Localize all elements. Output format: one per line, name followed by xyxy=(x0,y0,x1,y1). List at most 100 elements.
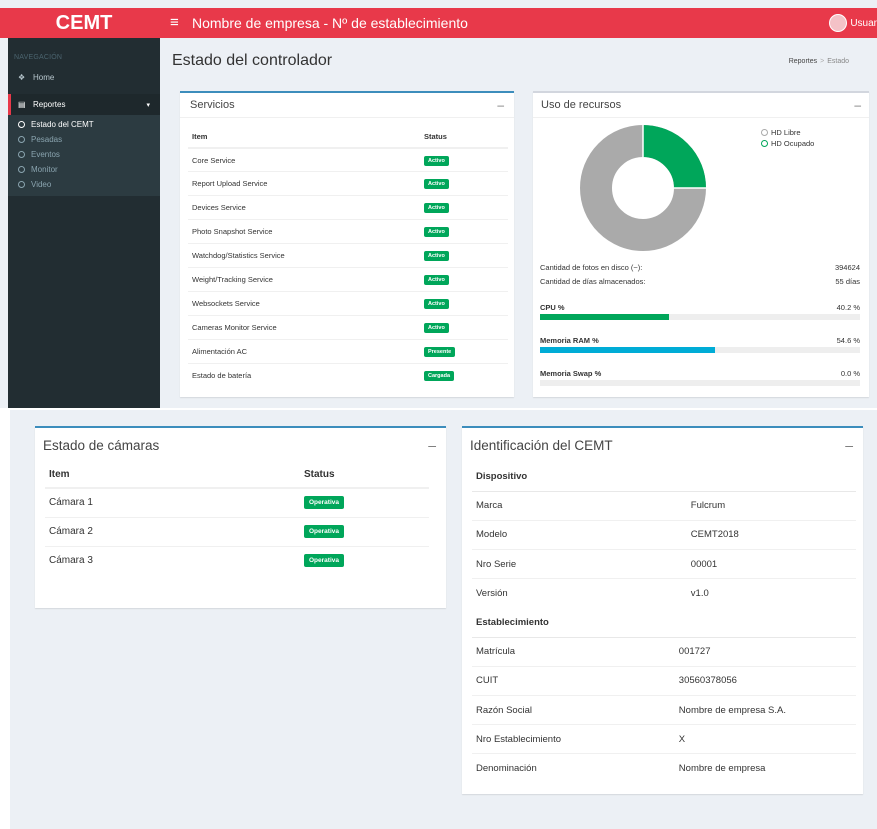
sidebar-subitem-pesadas[interactable]: Pesadas xyxy=(8,132,160,147)
field-value: 00001 xyxy=(596,549,856,579)
services-box-header: Servicios – xyxy=(180,93,514,118)
field-value: Nombre de empresa xyxy=(596,753,856,784)
status-cell: Presente xyxy=(420,338,508,364)
field-label: Marca xyxy=(472,490,597,521)
status-badge: Activo xyxy=(424,179,449,190)
table-row: Nro Establecimiento X xyxy=(472,724,856,754)
service-name: Photo Snapshot Service xyxy=(188,219,420,244)
service-name: Cameras Monitor Service xyxy=(188,314,420,340)
service-name: Devices Service xyxy=(188,195,420,220)
sidebar-subitem-estado[interactable]: Estado del CEMT xyxy=(8,117,160,132)
bar-chart-icon: ▤ xyxy=(18,100,26,109)
field-label: Nro Serie xyxy=(472,549,597,579)
stat-value: 55 días xyxy=(835,277,860,286)
user-avatar-icon xyxy=(829,14,848,32)
table-row: Razón Social Nombre de empresa S.A. xyxy=(472,694,856,725)
sidebar-header: NAVEGACIÓN xyxy=(14,54,63,61)
cameras-table: Item Status Cámara 1 Operativa Cámara 2 Ope… xyxy=(45,462,429,575)
cpu-meter-label: CPU % 40.2 % xyxy=(540,303,860,312)
table-row: Devices Service Activo xyxy=(188,195,508,220)
field-label: Nro Establecimiento xyxy=(472,724,597,754)
table-row: Nro Serie 00001 xyxy=(472,549,856,579)
status-cell: Activo xyxy=(420,219,508,244)
status-cell: Activo xyxy=(420,195,508,220)
table-row: Cámara 1 Operativa xyxy=(45,487,429,517)
resources-box-header: Uso de recursos – xyxy=(533,93,869,118)
field-label: Matrícula xyxy=(472,636,597,667)
table-row: Cameras Monitor Service Activo xyxy=(188,314,508,340)
status-cell: Activo xyxy=(420,147,508,172)
field-value: Nombre de empresa S.A. xyxy=(596,694,856,725)
table-row: Photo Snapshot Service Activo xyxy=(188,219,508,244)
service-name: Core Service xyxy=(188,147,420,172)
identification-box-header: Identificación del CEMT – xyxy=(462,428,863,462)
field-label: Denominación xyxy=(472,753,597,784)
camera-name: Cámara 3 xyxy=(45,545,300,575)
resources-box: Uso de recursos – HD Libre HD Ocupado Ca… xyxy=(533,91,869,397)
camera-name: Cámara 2 xyxy=(45,516,300,546)
sidebar-subitem-monitor[interactable]: Monitor xyxy=(8,162,160,177)
meter-label: CPU % xyxy=(540,303,565,312)
cpu-progress-bar xyxy=(540,314,860,320)
breadcrumb-current: Estado xyxy=(827,58,849,65)
field-value: Fulcrum xyxy=(596,490,856,521)
table-row: Weight/Tracking Service Activo xyxy=(188,266,508,292)
circle-icon xyxy=(18,136,25,143)
legend-circle-icon xyxy=(761,140,768,147)
collapse-button[interactable]: – xyxy=(845,437,853,453)
status-cell: Activo xyxy=(420,290,508,316)
legend-item[interactable]: HD Ocupado xyxy=(761,139,814,148)
status-badge: Activo xyxy=(424,251,449,261)
stat-label: Cantidad de fotos en disco (~): xyxy=(540,263,643,272)
service-name: Alimentación AC xyxy=(188,338,420,364)
progress-fill xyxy=(540,347,715,353)
collapse-button[interactable]: – xyxy=(428,437,436,453)
identification-title: Identificación del CEMT xyxy=(470,437,613,453)
status-badge: Activo xyxy=(424,227,449,238)
table-row: Denominación Nombre de empresa xyxy=(472,753,856,784)
table-row: Cámara 3 Operativa xyxy=(45,545,429,575)
column-header: Status xyxy=(420,124,508,149)
status-cell: Activo xyxy=(420,171,508,196)
reportes-submenu: Estado del CEMT Pesadas Eventos Monitor … xyxy=(8,115,160,196)
sidebar-subitem-video[interactable]: Video xyxy=(8,177,160,192)
section-header-row: Establecimiento xyxy=(472,607,856,638)
donut-legend: HD Libre HD Ocupado xyxy=(761,128,814,150)
breadcrumb-link[interactable]: Reportes xyxy=(789,58,817,65)
circle-icon xyxy=(18,181,25,188)
status-badge: Activo xyxy=(424,155,449,166)
meter-value: 54.6 % xyxy=(836,336,860,345)
legend-circle-icon xyxy=(761,129,768,136)
status-cell: Activo xyxy=(420,243,508,268)
cameras-title: Estado de cámaras xyxy=(43,437,160,453)
field-value: X xyxy=(596,724,856,754)
sidebar-subitem-label: Eventos xyxy=(31,150,60,159)
meter-label: Memoria RAM % xyxy=(540,336,599,345)
camera-name: Cámara 1 xyxy=(45,487,300,517)
legend-item[interactable]: HD Libre xyxy=(761,128,814,137)
table-row: Core Service Activo xyxy=(188,147,508,172)
menu-toggle-icon[interactable]: ≡ xyxy=(170,8,179,38)
collapse-button[interactable]: – xyxy=(497,98,504,112)
meter-label: Memoria Swap % xyxy=(540,369,602,378)
sidebar-subitem-eventos[interactable]: Eventos xyxy=(8,147,160,162)
section-header: Establecimiento xyxy=(472,607,856,638)
chevron-down-icon: ▾ xyxy=(146,101,150,109)
status-badge: Operativa xyxy=(304,496,344,510)
user-menu[interactable]: Usuar xyxy=(829,8,877,38)
status-badge: Activo xyxy=(424,322,449,333)
sidebar-item-home[interactable]: ❖ Home xyxy=(8,67,160,88)
ram-progress-bar xyxy=(540,347,860,353)
circle-icon xyxy=(18,166,25,173)
field-label: Versión xyxy=(472,578,597,608)
services-title: Servicios xyxy=(190,99,235,111)
home-icon: ❖ xyxy=(18,73,26,82)
table-row: Watchdog/Statistics Service Activo xyxy=(188,243,508,268)
service-name: Weight/Tracking Service xyxy=(188,266,420,292)
service-name: Report Upload Service xyxy=(188,171,420,196)
sidebar-item-reportes[interactable]: ▤ Reportes ▾ xyxy=(8,94,160,115)
meter-value: 0.0 % xyxy=(840,369,860,378)
collapse-button[interactable]: – xyxy=(854,98,861,112)
app-logo[interactable]: CEMT xyxy=(8,8,160,38)
field-value: 001727 xyxy=(596,636,856,667)
